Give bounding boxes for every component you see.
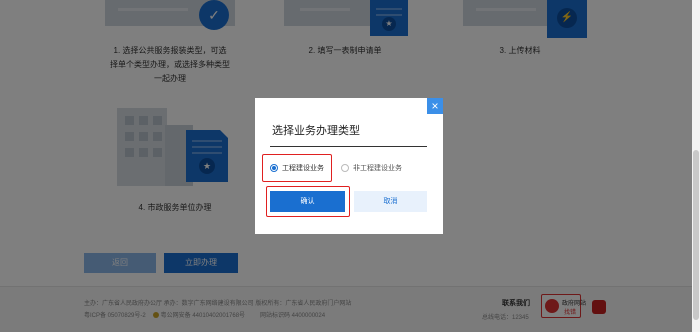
highlight-box-confirm bbox=[266, 186, 350, 217]
highlight-box-option bbox=[262, 154, 332, 182]
radio-unchecked-icon[interactable] bbox=[341, 164, 349, 172]
dialog-title: 选择业务办理类型 bbox=[272, 125, 360, 137]
cancel-button[interactable]: 取消 bbox=[354, 191, 427, 212]
close-icon[interactable]: × bbox=[427, 98, 443, 114]
option-non-engineering[interactable]: 非工程建设业务 bbox=[341, 160, 402, 176]
scroll-thumb[interactable] bbox=[693, 150, 699, 320]
scrollbar[interactable] bbox=[692, 0, 700, 332]
title-divider bbox=[270, 146, 427, 147]
option-label: 非工程建设业务 bbox=[353, 165, 402, 172]
